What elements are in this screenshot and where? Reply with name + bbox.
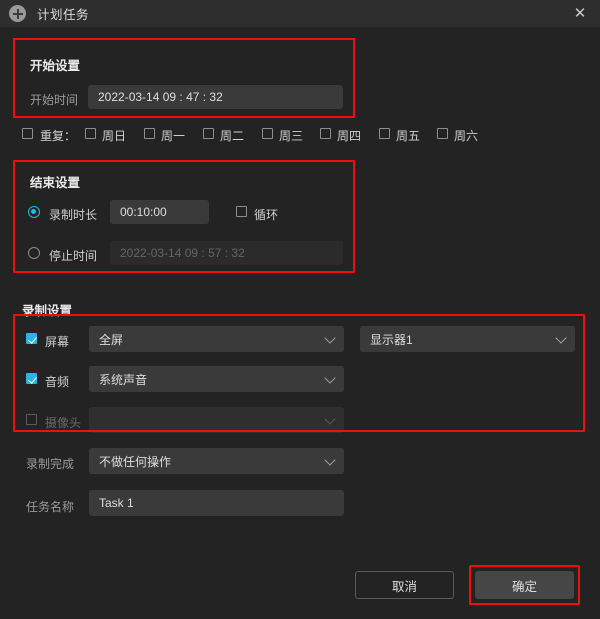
chevron-down-icon [324, 454, 336, 466]
camera-checkbox [26, 414, 37, 425]
screen-mode-dropdown[interactable]: 全屏 [89, 326, 344, 352]
chevron-down-icon [555, 332, 567, 344]
chevron-down-icon [324, 372, 336, 384]
repeat-checkbox[interactable] [22, 128, 33, 139]
weekday-label-monday: 周一 [161, 129, 186, 143]
start-time-input[interactable]: 2022-03-14 09 : 47 : 32 [88, 85, 343, 109]
camera-label: 摄像头 [45, 416, 82, 430]
duration-radio[interactable] [28, 206, 40, 218]
weekday-label-wednesday: 周三 [279, 129, 304, 143]
weekday-checkbox-monday[interactable] [144, 128, 155, 139]
start-time-label: 开始时间 [30, 93, 79, 107]
monitor-value: 显示器1 [370, 332, 413, 347]
loop-checkbox[interactable] [236, 206, 247, 217]
weekday-label-saturday: 周六 [454, 129, 479, 143]
task-name-label: 任务名称 [26, 500, 75, 514]
screen-checkbox[interactable] [26, 333, 37, 344]
monitor-dropdown[interactable]: 显示器1 [360, 326, 575, 352]
stop-time-label: 停止时间 [49, 249, 98, 263]
screen-mode-value: 全屏 [99, 332, 124, 347]
audio-label: 音频 [45, 375, 70, 389]
weekday-checkbox-friday[interactable] [379, 128, 390, 139]
audio-source-value: 系统声音 [99, 372, 148, 387]
stop-time-radio[interactable] [28, 247, 40, 259]
task-name-input[interactable]: Task 1 [89, 490, 344, 516]
weekday-checkbox-thursday[interactable] [320, 128, 331, 139]
weekday-checkbox-sunday[interactable] [85, 128, 96, 139]
duration-input[interactable]: 00:10:00 [110, 200, 209, 224]
weekday-checkbox-saturday[interactable] [437, 128, 448, 139]
weekday-label-thursday: 周四 [337, 129, 362, 143]
weekday-label-friday: 周五 [396, 129, 421, 143]
camera-device-dropdown [89, 407, 344, 433]
stop-time-input[interactable]: 2022-03-14 09 : 57 : 32 [110, 241, 343, 265]
after-record-label: 录制完成 [26, 457, 75, 471]
start-settings-title: 开始设置 [30, 59, 81, 73]
repeat-label: 重复： [40, 129, 77, 143]
chevron-down-icon [324, 332, 336, 344]
after-record-dropdown[interactable]: 不做任何操作 [89, 448, 344, 474]
weekday-checkbox-wednesday[interactable] [262, 128, 273, 139]
window-title: 计划任务 [37, 8, 90, 22]
duration-label: 录制时长 [49, 208, 98, 222]
cancel-button[interactable]: 取消 [355, 571, 454, 599]
title-bar: 计划任务 ✕ [0, 0, 600, 27]
loop-label: 循环 [254, 208, 279, 222]
weekday-label-tuesday: 周二 [220, 129, 245, 143]
after-record-value: 不做任何操作 [99, 454, 172, 469]
scheduled-task-dialog: 计划任务 ✕ 开始设置 开始时间 2022-03-14 09 : 47 : 32… [0, 0, 600, 619]
end-settings-title: 结束设置 [30, 176, 81, 190]
screen-label: 屏幕 [45, 335, 70, 349]
record-settings-title: 录制设置 [22, 304, 73, 318]
close-icon[interactable]: ✕ [560, 0, 600, 27]
audio-source-dropdown[interactable]: 系统声音 [89, 366, 344, 392]
plus-circle-icon [9, 5, 26, 22]
weekday-checkbox-tuesday[interactable] [203, 128, 214, 139]
chevron-down-icon [324, 413, 336, 425]
weekday-label-sunday: 周日 [102, 129, 127, 143]
confirm-button[interactable]: 确定 [475, 571, 574, 599]
audio-checkbox[interactable] [26, 373, 37, 384]
